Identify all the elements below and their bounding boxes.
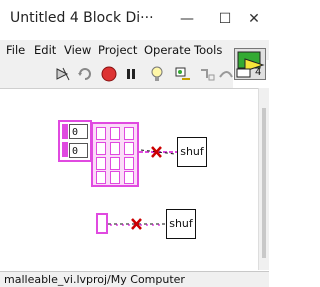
minimize-button[interactable]: — [176,8,198,30]
array-constant[interactable]: 0 0 [58,120,92,162]
subvi-node-shuf[interactable]: shuf [177,137,207,167]
matrix-cell [110,171,120,184]
matrix-cell [124,142,134,155]
matrix-cell [96,171,106,184]
matrix-cell [110,127,120,140]
matrix-cell [124,171,134,184]
highlight-execution-icon[interactable] [148,65,166,83]
matrix-cell [124,157,134,170]
vi-icon-number: 4 [255,67,262,78]
menu-bar: File Edit View Project Operate Tools [0,40,269,60]
index-cell [62,124,68,139]
abort-icon[interactable] [100,65,118,83]
title-bar: Untitled 4 Block Di··· — ☐ ✕ [0,0,269,40]
run-continuously-icon[interactable] [76,65,94,83]
matrix-cell [96,142,106,155]
vertical-scrollbar[interactable] [258,88,269,270]
menu-view[interactable]: View [64,43,91,57]
array-element-value[interactable]: 0 [69,124,88,139]
run-arrow-icon[interactable] [54,65,72,83]
broken-wire-bottom[interactable] [108,216,166,232]
broken-wire-top[interactable] [139,144,177,160]
array-index-display[interactable] [62,124,68,158]
labview-block-diagram-window: Untitled 4 Block Di··· — ☐ ✕ File Edit V… [0,0,269,287]
retain-wire-values-icon[interactable] [174,65,192,83]
vi-icon[interactable]: 4 [234,48,266,80]
menu-tools[interactable]: Tools [194,43,222,57]
array-element-value[interactable]: 0 [69,143,88,158]
pause-icon[interactable] [122,65,140,83]
matrix-cell [96,127,106,140]
close-button[interactable]: ✕ [243,8,265,30]
menu-file[interactable]: File [6,43,25,57]
scrollbar-thumb[interactable] [262,108,266,258]
toolbar [0,60,233,88]
step-into-icon[interactable] [198,65,216,83]
matrix-cell [96,157,106,170]
matrix-constant[interactable] [91,122,139,187]
menu-project[interactable]: Project [98,43,137,57]
empty-array-constant[interactable] [96,213,108,234]
status-bar: malleable_vi.lvproj/My Computer [0,271,269,287]
matrix-cell [110,157,120,170]
subvi-node-shuf[interactable]: shuf [166,209,196,239]
maximize-button[interactable]: ☐ [214,8,236,30]
menu-edit[interactable]: Edit [34,43,56,57]
matrix-cell [110,142,120,155]
menu-operate[interactable]: Operate [144,43,191,57]
matrix-cell [124,127,134,140]
window-title: Untitled 4 Block Di··· [10,10,154,26]
project-context-path[interactable]: malleable_vi.lvproj/My Computer [4,273,185,286]
index-cell [62,142,68,157]
